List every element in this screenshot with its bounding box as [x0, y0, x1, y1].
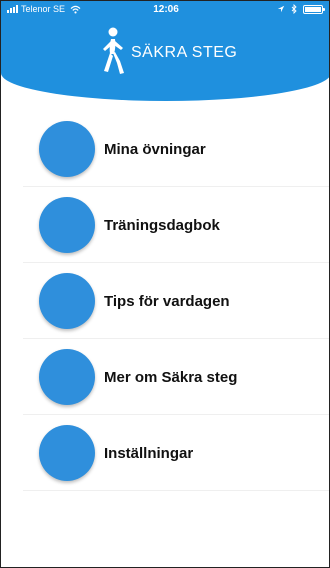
menu-item-traningsdagbok[interactable]: Träningsdagbok [1, 187, 329, 263]
bluetooth-icon [291, 4, 297, 14]
battery-icon [303, 4, 325, 14]
menu-item-mer-om-sakra-steg[interactable]: Mer om Säkra steg [1, 339, 329, 415]
menu-item-label: Träningsdagbok [104, 216, 220, 234]
status-right [277, 4, 325, 14]
app-title: SÄKRA STEG [131, 44, 238, 61]
status-bar: Telenor SE 12:06 [1, 1, 329, 19]
menu-item-icon [39, 349, 95, 405]
menu-item-label: Tips för vardagen [104, 292, 230, 310]
menu-item-label: Mer om Säkra steg [104, 368, 238, 386]
app-brand: SÄKRA STEG [98, 27, 237, 79]
menu-item-icon [39, 121, 95, 177]
menu-item-installningar[interactable]: Inställningar [1, 415, 329, 491]
menu-item-label: Mina övningar [104, 140, 206, 158]
menu-item-icon [39, 425, 95, 481]
menu-item-mina-ovningar[interactable]: Mina övningar [1, 111, 329, 187]
menu-item-icon [39, 273, 95, 329]
walking-person-icon [103, 27, 124, 74]
app-screen: Telenor SE 12:06 SÄKRA STEG Mina övninga… [0, 0, 330, 568]
menu-item-tips-for-vardagen[interactable]: Tips för vardagen [1, 263, 329, 339]
location-arrow-icon [277, 5, 285, 13]
menu-item-label: Inställningar [104, 444, 194, 462]
menu-item-icon [39, 197, 95, 253]
main-menu: Mina övningar Träningsdagbok Tips för va… [1, 111, 329, 491]
